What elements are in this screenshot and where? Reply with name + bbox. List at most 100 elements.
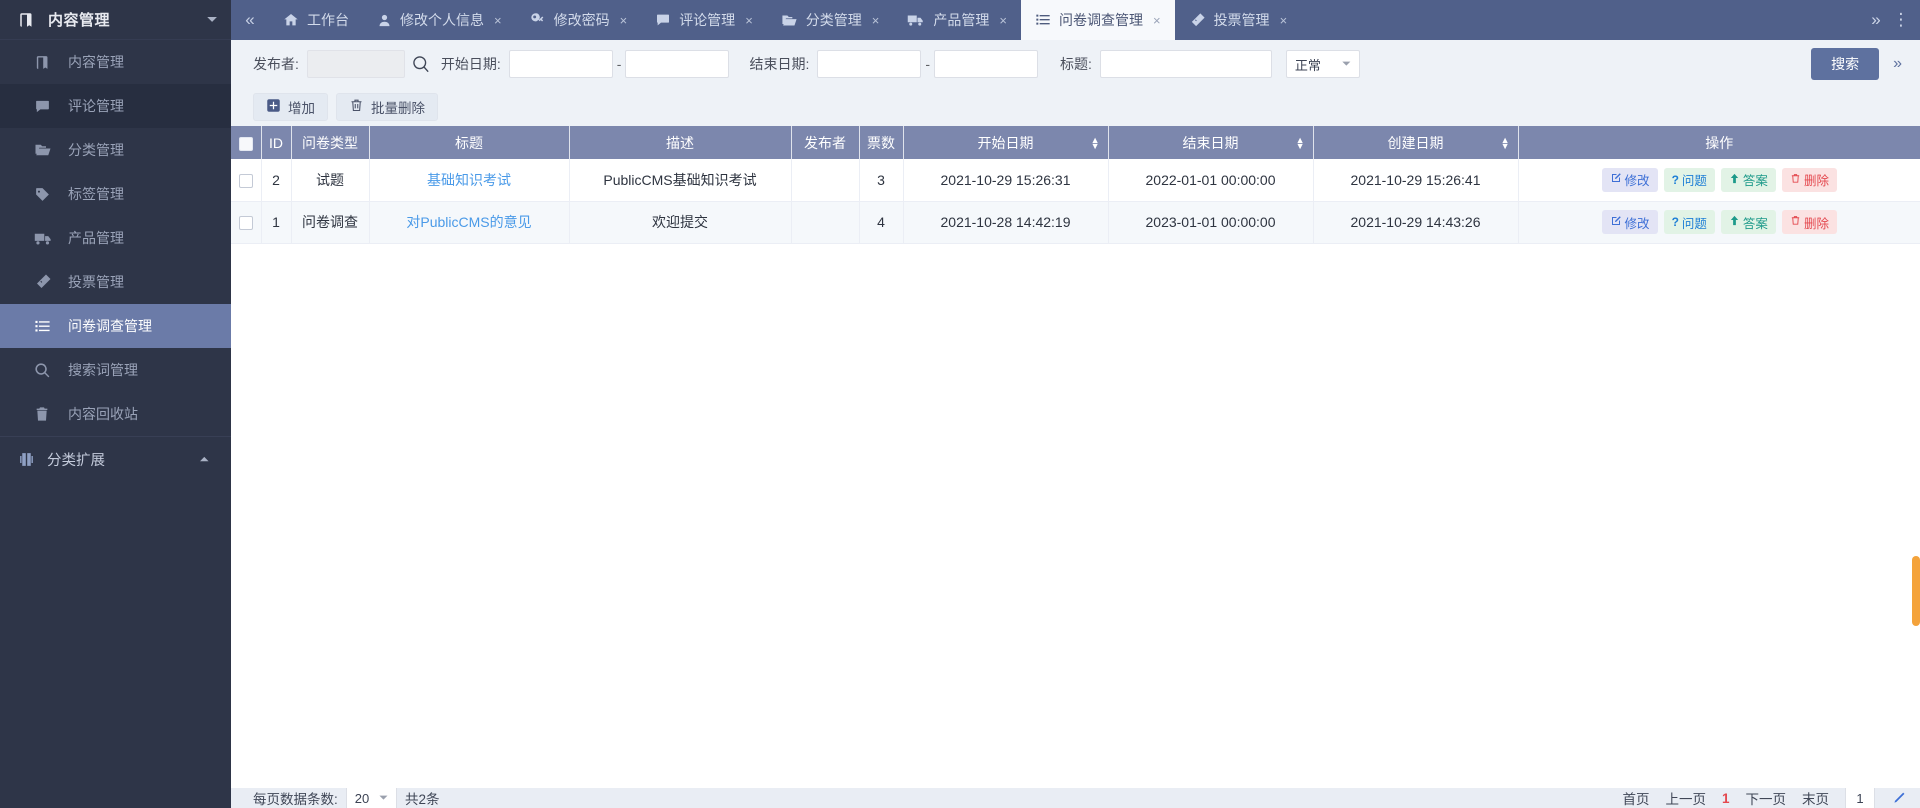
cell-type: 试题 (291, 159, 370, 202)
tab-category[interactable]: 分类管理 × (767, 0, 894, 40)
sidebar-item-label: 分类管理 (68, 142, 124, 158)
add-button-label: 增加 (288, 101, 315, 116)
double-chevron-down-icon[interactable]: » (1893, 55, 1902, 73)
close-icon[interactable]: × (1153, 13, 1161, 28)
edit-button[interactable]: 修改 (1601, 167, 1658, 192)
chevron-down-icon: ⏷ (379, 791, 389, 804)
col-operations: 操作 (1518, 126, 1920, 159)
col-title[interactable]: 标题 (369, 126, 570, 159)
double-chevron-right-icon[interactable]: » (1864, 10, 1888, 30)
chevron-up-icon[interactable]: ⏶ (199, 452, 209, 467)
sidebar-item-recycle[interactable]: 内容回收站 (0, 392, 231, 436)
tab-edit-profile[interactable]: 修改个人信息 × (363, 0, 516, 40)
delete-button[interactable]: 删除 (1781, 210, 1837, 234)
col-end-date[interactable]: 结束日期 ▲ ▼ (1108, 126, 1314, 159)
first-page-button[interactable]: 首页 (1622, 788, 1649, 808)
delete-button[interactable]: 删除 (1781, 167, 1837, 192)
title-input[interactable] (1099, 50, 1272, 78)
col-created-date-label: 创建日期 (1387, 134, 1444, 151)
sidebar-item-searchword[interactable]: 搜索词管理 (0, 348, 231, 392)
col-publisher[interactable]: 发布者 (791, 126, 860, 159)
edit-button-label: 修改 (1624, 216, 1650, 231)
tab-comment[interactable]: 评论管理 × (641, 0, 767, 40)
table-head: ID 问卷类型 标题 描述 发布者 票数 开始日期 ▲ ▼ 结束日期 ▲ ▼ 创… (231, 126, 1920, 159)
search-button[interactable]: 搜索 (1811, 48, 1880, 80)
sidebar-header[interactable]: 内容管理 ⏷ (0, 0, 231, 40)
double-chevron-left-icon[interactable]: « (231, 0, 269, 40)
sidebar-item-product[interactable]: 产品管理 (0, 216, 231, 260)
last-page-button[interactable]: 末页 (1802, 788, 1829, 808)
sidebar-group-extend[interactable]: 分类扩展 ⏶ (0, 436, 231, 482)
user-icon (377, 13, 392, 28)
start-date-to-input[interactable] (625, 50, 730, 78)
col-type[interactable]: 问卷类型 (291, 126, 370, 159)
answer-button[interactable]: 答案 (1720, 167, 1776, 192)
page-size-select[interactable]: 20 ⏷ (345, 788, 398, 808)
trash-icon (34, 406, 58, 422)
publisher-input[interactable] (306, 50, 405, 78)
vertical-dots-icon[interactable]: ⋮ (1892, 10, 1910, 30)
page-size-label: 每页数据条数: (253, 792, 338, 807)
folder-icon (781, 12, 798, 29)
vote-icon (34, 273, 58, 291)
answer-button[interactable]: 答案 (1720, 210, 1776, 234)
prev-page-button[interactable]: 上一页 (1665, 788, 1706, 808)
col-id[interactable]: ID (261, 126, 292, 159)
tab-label: 产品管理 (933, 12, 990, 28)
row-operations: 修改 ? 问题 答案 删除 (1525, 167, 1915, 192)
close-icon[interactable]: × (999, 13, 1007, 28)
table-row[interactable]: 2 试题 基础知识考试 PublicCMS基础知识考试 3 2021-10-29… (231, 159, 1920, 202)
edit-button[interactable]: 修改 (1601, 210, 1658, 234)
add-button[interactable]: 增加 (253, 93, 328, 121)
tab-product[interactable]: 产品管理 × (893, 0, 1021, 40)
sidebar-item-category[interactable]: 分类管理 (0, 128, 231, 172)
comment-icon (34, 98, 58, 115)
sidebar-item-tag[interactable]: 标签管理 (0, 172, 231, 216)
close-icon[interactable]: × (872, 13, 880, 28)
vertical-scrollbar-thumb[interactable] (1912, 556, 1920, 626)
tab-survey[interactable]: 问卷调查管理 × (1020, 0, 1175, 40)
select-all-checkbox[interactable] (238, 136, 253, 151)
row-checkbox[interactable] (238, 216, 253, 231)
table-row[interactable]: 1 问卷调查 对PublicCMS的意见 欢迎提交 4 2021-10-28 1… (231, 201, 1920, 244)
data-table-container: ID 问卷类型 标题 描述 发布者 票数 开始日期 ▲ ▼ 结束日期 ▲ ▼ 创… (231, 126, 1920, 788)
question-button[interactable]: ? 问题 (1663, 167, 1715, 192)
col-votes[interactable]: 票数 (859, 126, 904, 159)
sort-icon[interactable]: ▲ ▼ (1091, 135, 1100, 150)
batch-delete-button[interactable]: 批量删除 (336, 93, 438, 121)
title-link[interactable]: 基础知识考试 (427, 172, 511, 188)
question-button[interactable]: ? 问题 (1663, 210, 1715, 234)
status-select[interactable]: 正常 ⏷ (1285, 50, 1360, 78)
pencil-icon[interactable] (1891, 791, 1906, 806)
col-desc[interactable]: 描述 (569, 126, 792, 159)
sidebar-item-vote[interactable]: 投票管理 (0, 260, 231, 304)
title-link[interactable]: 对PublicCMS的意见 (406, 214, 531, 230)
next-page-button[interactable]: 下一页 (1746, 788, 1787, 808)
publisher-label: 发布者: (253, 56, 299, 72)
end-date-from-input[interactable] (817, 50, 922, 78)
tab-vote[interactable]: 投票管理 × (1175, 0, 1302, 40)
comment-icon (655, 12, 671, 28)
sidebar-item-content[interactable]: 内容管理 (0, 40, 231, 84)
end-date-to-input[interactable] (934, 50, 1039, 78)
vertical-scrollbar-track[interactable] (1912, 166, 1920, 788)
close-icon[interactable]: × (745, 13, 753, 28)
col-start-date[interactable]: 开始日期 ▲ ▼ (903, 126, 1109, 159)
col-created-date[interactable]: 创建日期 ▲ ▼ (1313, 126, 1519, 159)
close-icon[interactable]: × (620, 13, 628, 28)
close-icon[interactable]: × (1280, 13, 1288, 28)
arrow-up-icon (1729, 173, 1740, 187)
sidebar-item-survey[interactable]: 问卷调查管理 (0, 304, 231, 348)
tab-change-password[interactable]: 修改密码 × (516, 0, 642, 40)
page-jump-input[interactable] (1845, 788, 1875, 808)
sort-icon[interactable]: ▲ ▼ (1501, 135, 1510, 150)
sort-icon[interactable]: ▲ ▼ (1296, 135, 1305, 150)
row-checkbox[interactable] (238, 173, 253, 188)
row-operations: 修改 ? 问题 答案 删除 (1525, 210, 1915, 234)
magnifier-icon[interactable] (411, 54, 431, 74)
start-date-from-input[interactable] (508, 50, 613, 78)
chevron-down-icon[interactable]: ⏷ (207, 12, 217, 27)
tab-workbench[interactable]: 工作台 (269, 0, 363, 40)
close-icon[interactable]: × (494, 13, 502, 28)
sidebar-item-comment[interactable]: 评论管理 (0, 84, 231, 128)
